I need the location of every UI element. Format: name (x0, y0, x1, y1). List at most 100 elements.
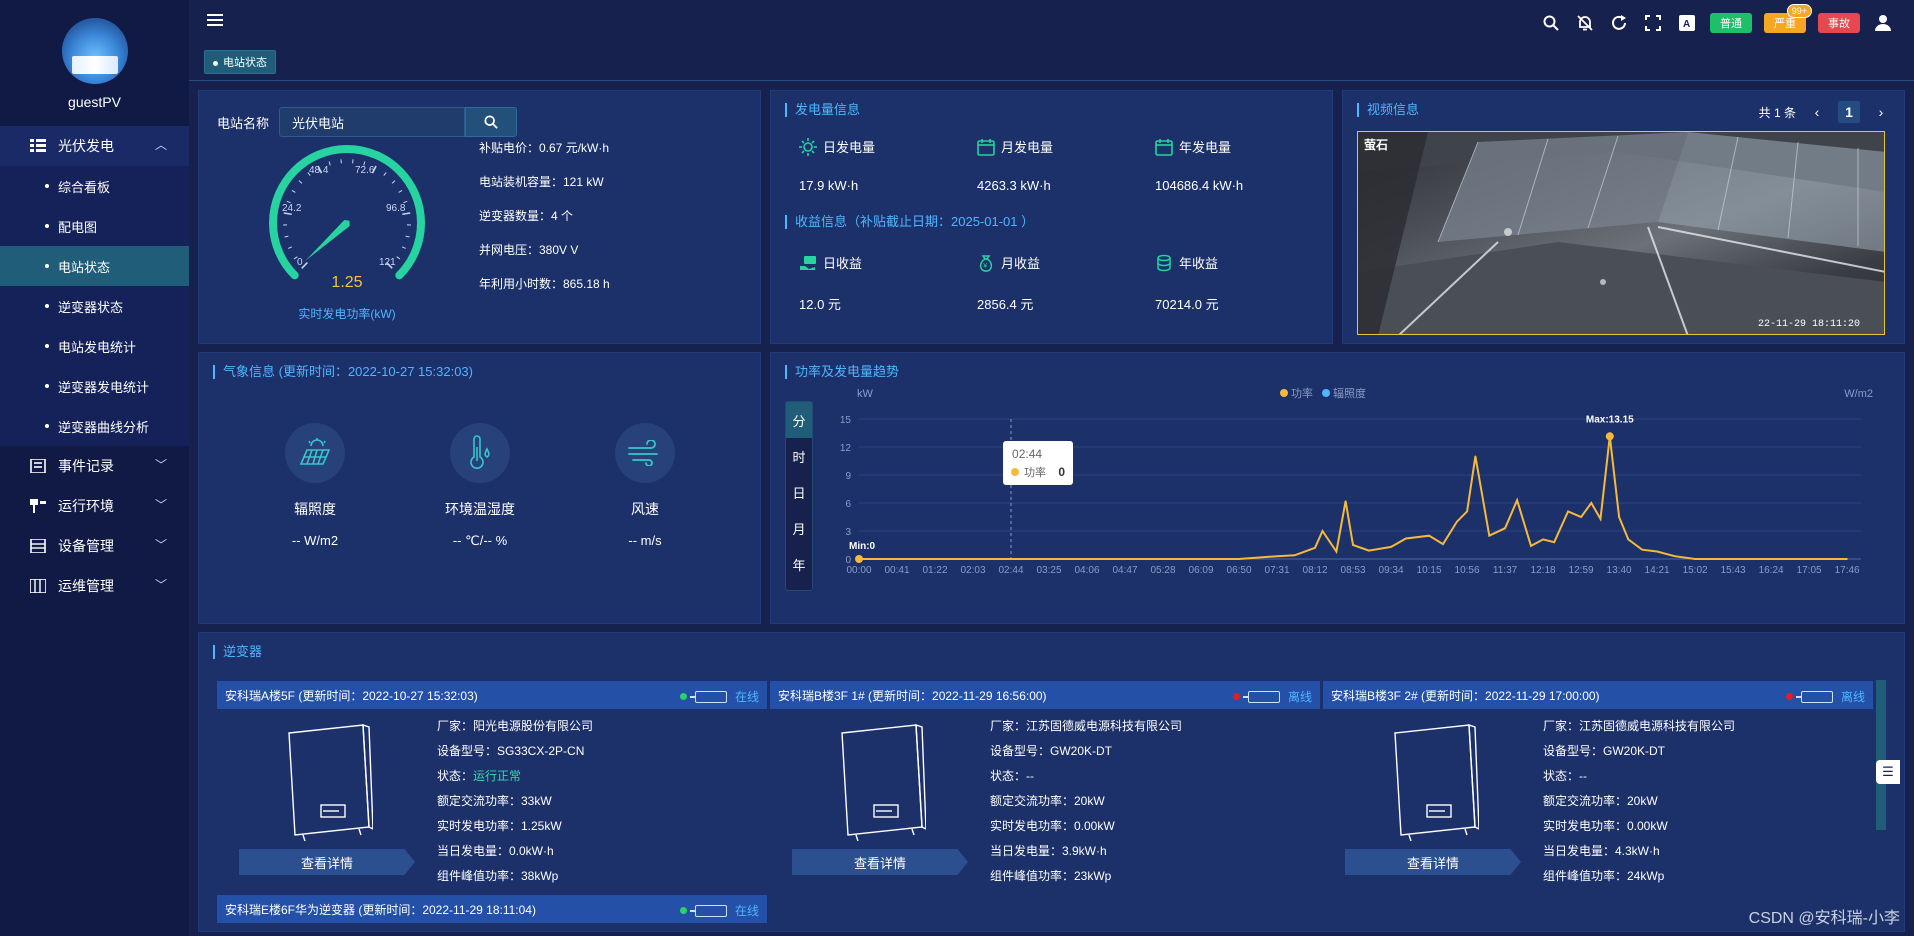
menu-item-maintenance[interactable]: 运维管理 ﹀ (0, 566, 189, 606)
next-page-button[interactable]: › (1870, 101, 1892, 123)
inverter-card-header: 安科瑞B楼3F 1# (更新时间：2022-11-29 16:56:00) 离线 (770, 681, 1320, 709)
sub-item-dashboard[interactable]: 综合看板 (0, 166, 189, 206)
inverter-scrollbar[interactable] (1876, 680, 1886, 830)
period-year[interactable]: 年 (786, 546, 812, 582)
coins-icon (1157, 254, 1171, 271)
settings-drawer-icon[interactable]: ☰ (1876, 760, 1900, 784)
max-label: Max:13.15 (1586, 414, 1634, 425)
view-detail-button[interactable]: 查看详情 (239, 849, 415, 875)
inverter-card: 安科瑞E楼6F华为逆变器 (更新时间：2022-11-29 18:11:04) … (217, 895, 767, 923)
inverter-panel: 逆变器 安科瑞A楼5F (更新时间：2022-10-27 15:32:03) 在… (198, 632, 1905, 932)
menu-item-device[interactable]: 设备管理 ﹀ (0, 526, 189, 566)
period-hour[interactable]: 时 (786, 438, 812, 474)
alarm-accident-button[interactable]: 事故 (1818, 13, 1860, 33)
menu-item-events[interactable]: 事件记录 ﹀ (0, 446, 189, 486)
menu-label: 事件记录 (58, 458, 114, 474)
y-tick-label: 6 (845, 499, 851, 510)
video-title: 视频信息 (1357, 103, 1419, 117)
sub-item-station-status[interactable]: 电站状态 (0, 246, 189, 286)
menu-toggle-icon[interactable] (207, 14, 223, 28)
period-month[interactable]: 月 (786, 510, 812, 546)
gauge-value: 1.25 (331, 274, 362, 291)
status-text: 离线 (1287, 690, 1312, 704)
x-tick-label: 10:56 (1455, 565, 1480, 576)
view-detail-button[interactable]: 查看详情 (1345, 849, 1521, 875)
gen-daily-value: 17.9 kW·h (799, 178, 859, 193)
inverter-daily-energy: 当日发电量：4.3kW·h (1543, 844, 1660, 858)
inverter-state: 状态：运行正常 (437, 767, 593, 792)
inverter-rated-power: 额定交流功率：33kW (437, 794, 552, 808)
view-detail-button[interactable]: 查看详情 (792, 849, 968, 875)
video-pagination: 共 1 条 ‹ 1 › (1759, 101, 1892, 123)
money-bag-icon: ¥ (979, 254, 993, 272)
inverter-peak-power: 组件峰值功率：24kWp (1543, 869, 1665, 883)
trend-chart: 0 3 6 9 12 15 00:00 00:41 01:22 02:03 02:44 03:25 0… (840, 386, 1873, 576)
chart-legend: 功率 辐照度 (1280, 386, 1366, 400)
power-data-point (1428, 534, 1430, 537)
x-tick-label: 12:18 (1531, 565, 1556, 576)
power-data-point (1590, 502, 1593, 504)
inverter-status: 在线 (679, 688, 759, 705)
max-point (1605, 432, 1614, 441)
legend-irradiance-marker (1322, 389, 1330, 397)
search-icon[interactable] (1540, 12, 1562, 34)
period-minute[interactable]: 分 (786, 402, 812, 438)
inverter-title: 逆变器 (213, 645, 262, 659)
alarm-serious-button[interactable]: 严重 99+ (1764, 4, 1812, 33)
status-dot (679, 693, 687, 700)
fullscreen-icon[interactable] (1642, 12, 1664, 34)
menu-item-pv[interactable]: 光伏发电 ︿ (0, 126, 189, 166)
money-hand-icon (800, 255, 816, 270)
gen-daily-label: 日发电量 (823, 140, 876, 155)
refresh-icon[interactable] (1608, 12, 1630, 34)
gen-yearly: 年发电量 104686.4 kW·h (1155, 137, 1325, 193)
income-monthly-label: 月收益 (1001, 256, 1041, 271)
chart-tooltip: 02:44 功率 0 (1003, 441, 1074, 485)
x-tick-label: 06:50 (1227, 565, 1252, 576)
x-tick-label: 11:37 (1493, 565, 1518, 576)
gauge-tick (401, 246, 406, 249)
inverter-device-icon (841, 724, 926, 841)
inverter-card: 安科瑞B楼3F 1# (更新时间：2022-11-29 16:56:00) 离线… (770, 681, 1320, 891)
gauge-tick (298, 180, 303, 184)
spec-grid-voltage: 并网电压：380V V (479, 243, 579, 257)
sub-item-inverter-stats[interactable]: 逆变器发电统计 (0, 366, 189, 406)
alarm-normal-button[interactable]: 普通 (1710, 13, 1752, 33)
chevron-down-icon: ﹀ (155, 498, 168, 512)
page-number-button[interactable]: 1 (1838, 101, 1860, 123)
sub-item-inverter-status[interactable]: 逆变器状态 (0, 286, 189, 326)
alarm-count-badge: 99+ (1786, 4, 1812, 18)
bell-off-icon[interactable] (1574, 12, 1596, 34)
inverter-info: 厂家：江苏固德威电源科技有限公司 设备型号：GW20K-DT 状态：-- 额定交… (990, 717, 1182, 892)
power-data-point (1405, 537, 1407, 540)
power-data-point (1530, 545, 1532, 547)
search-button[interactable] (465, 107, 518, 137)
x-tick-label: 10:15 (1417, 565, 1442, 576)
watermark: CSDN @安科瑞-小李 (1748, 910, 1900, 927)
translate-icon[interactable]: A (1676, 12, 1698, 34)
x-tick-label: 08:12 (1303, 565, 1328, 576)
period-day[interactable]: 日 (786, 474, 812, 510)
sub-item-station-stats[interactable]: 电站发电统计 (0, 326, 189, 366)
gauge-tick (291, 189, 296, 193)
menu-item-environment[interactable]: 运行环境 ﹀ (0, 486, 189, 526)
income-daily-value: 12.0 元 (799, 297, 841, 312)
camera-feed[interactable]: 萤石 22-11-29 18:11:20 (1357, 131, 1885, 335)
trend-panel: 功率及发电量趋势 分 时 日 月 年 0 3 6 9 12 15 00:00 00:41 01… (770, 352, 1905, 624)
station-specs: 补贴电价：0.67 元/kW·h 电站装机容量：121 kW 逆变器数量：4 个… (479, 139, 610, 309)
sub-item-distribution[interactable]: 配电图 (0, 206, 189, 246)
x-tick-label: 04:47 (1113, 565, 1138, 576)
income-daily-label: 日收益 (823, 256, 863, 271)
sub-item-inverter-curve[interactable]: 逆变器曲线分析 (0, 406, 189, 446)
gen-yearly-label: 年发电量 (1179, 140, 1232, 155)
station-panel: 电站名称 光伏电站 0 24.2 48.4 72.6 96.8 121 1.25… (198, 90, 761, 344)
min-label: Min:0 (849, 541, 876, 552)
inverter-card-title: 安科瑞E楼6F华为逆变器 (更新时间：2022-11-29 18:11:04) (225, 902, 536, 917)
prev-page-button[interactable]: ‹ (1806, 101, 1828, 123)
status-text: 在线 (734, 904, 759, 918)
tab-station-status[interactable]: 电站状态 (204, 50, 276, 74)
inverter-model: 设备型号：SG33CX-2P-CN (437, 744, 585, 758)
user-icon[interactable] (1872, 12, 1894, 34)
power-data-point (1368, 549, 1370, 552)
weather-value: -- ℃/-- % (452, 533, 508, 548)
